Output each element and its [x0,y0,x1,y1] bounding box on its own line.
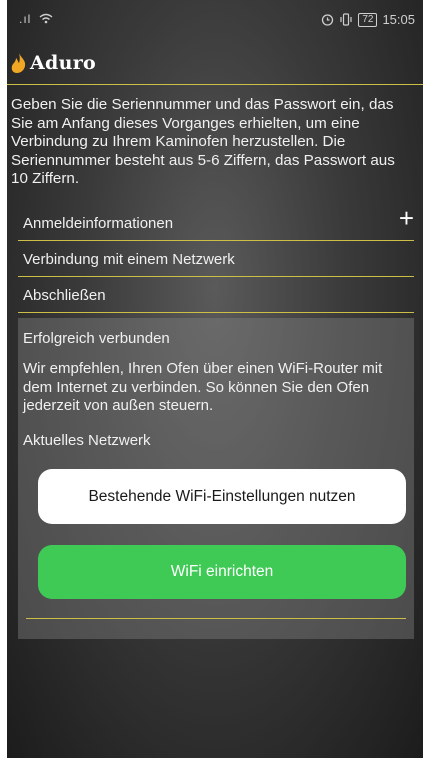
panel-divider [26,618,406,619]
step-network[interactable]: Verbindung mit einem Netzwerk [18,240,414,277]
alarm-icon [322,14,334,26]
app-header: Aduro [7,44,423,85]
step-finish[interactable]: Abschließen [18,276,414,313]
aduro-logo: Aduro [10,52,96,74]
brand-name: Aduro [30,52,97,74]
panel-description: Wir empfehlen, Ihren Ofen über einen WiF… [23,360,383,414]
step-credentials[interactable]: Anmeldeinformationen + [18,204,414,241]
use-existing-wifi-button[interactable]: Bestehende WiFi-Einstellungen nutzen [38,469,406,524]
signal-icon: .ıl [19,12,32,26]
step-finish-label: Abschließen [23,287,106,304]
plus-icon[interactable]: + [399,204,414,232]
clock: 15:05 [382,12,415,27]
vibrate-icon [340,13,352,26]
step-network-label: Verbindung mit einem Netzwerk [23,251,235,268]
step-credentials-label: Anmeldeinformationen [23,215,174,232]
phone-screen: .ıl 72 15:05 Aduro Geben Sie die Serienn… [7,0,423,758]
signal-wifi-indicators: .ıl [19,12,53,26]
panel-title: Erfolgreich verbunden [23,330,170,347]
instructions-text: Geben Sie die Seriennummer und das Passw… [11,96,395,187]
status-right: 72 15:05 [321,12,415,27]
finish-panel: Erfolgreich verbunden Wir empfehlen, Ihr… [18,318,414,639]
flame-icon [11,53,26,73]
current-network-label: Aktuelles Netzwerk [23,432,151,449]
setup-wifi-button[interactable]: WiFi einrichten [38,545,406,599]
status-bar: .ıl 72 15:05 [7,0,423,38]
battery-level: 72 [358,12,378,27]
wifi-icon [39,13,53,24]
